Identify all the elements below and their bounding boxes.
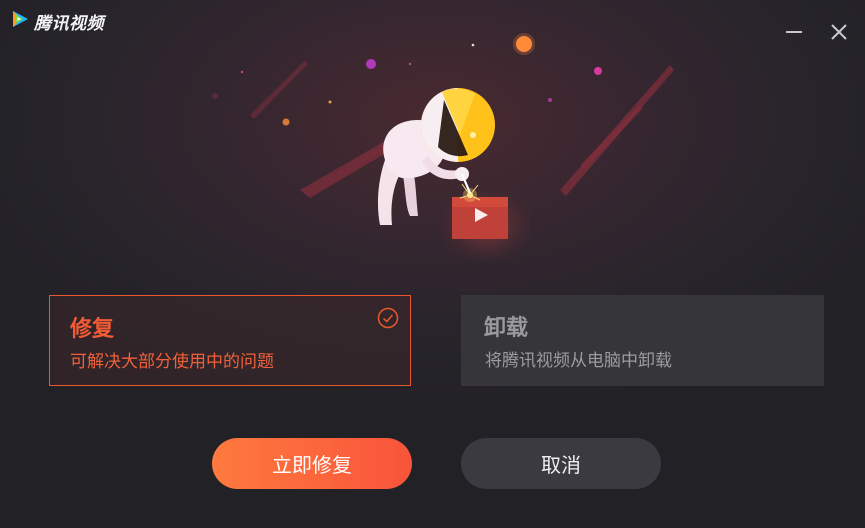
repair-option-title: 修复 [70,317,115,342]
uninstall-option-title: 卸载 [484,316,529,341]
light-streak [250,60,308,119]
uninstall-option-card[interactable]: 卸载 将腾讯视频从电脑中卸载 [461,295,824,386]
purple-planet [366,59,376,69]
cancel-button[interactable]: 取消 [461,438,661,489]
small-planet [282,118,290,126]
repair-option-card[interactable]: 修复 可解决大部分使用中的问题 [49,295,411,386]
repair-now-button[interactable]: 立即修复 [212,438,412,489]
uninstall-option-description: 将腾讯视频从电脑中卸载 [485,351,672,371]
astronaut-welding-video-icon-illustration [212,33,674,260]
check-circle-icon [377,307,399,329]
light-streak [580,105,643,169]
close-icon[interactable] [828,20,850,42]
tencent-video-logo-icon [13,11,28,27]
repair-option-description: 可解决大部分使用中的问题 [70,352,274,372]
minimize-icon[interactable] [783,20,805,42]
pink-planet [594,67,602,75]
repair-dialog-window: 腾讯视频 修复 可解决大部分使用中的问题 卸载 将腾讯视频从电脑中卸载 立即修复… [0,0,865,528]
app-title: 腾讯视频 [34,14,104,34]
